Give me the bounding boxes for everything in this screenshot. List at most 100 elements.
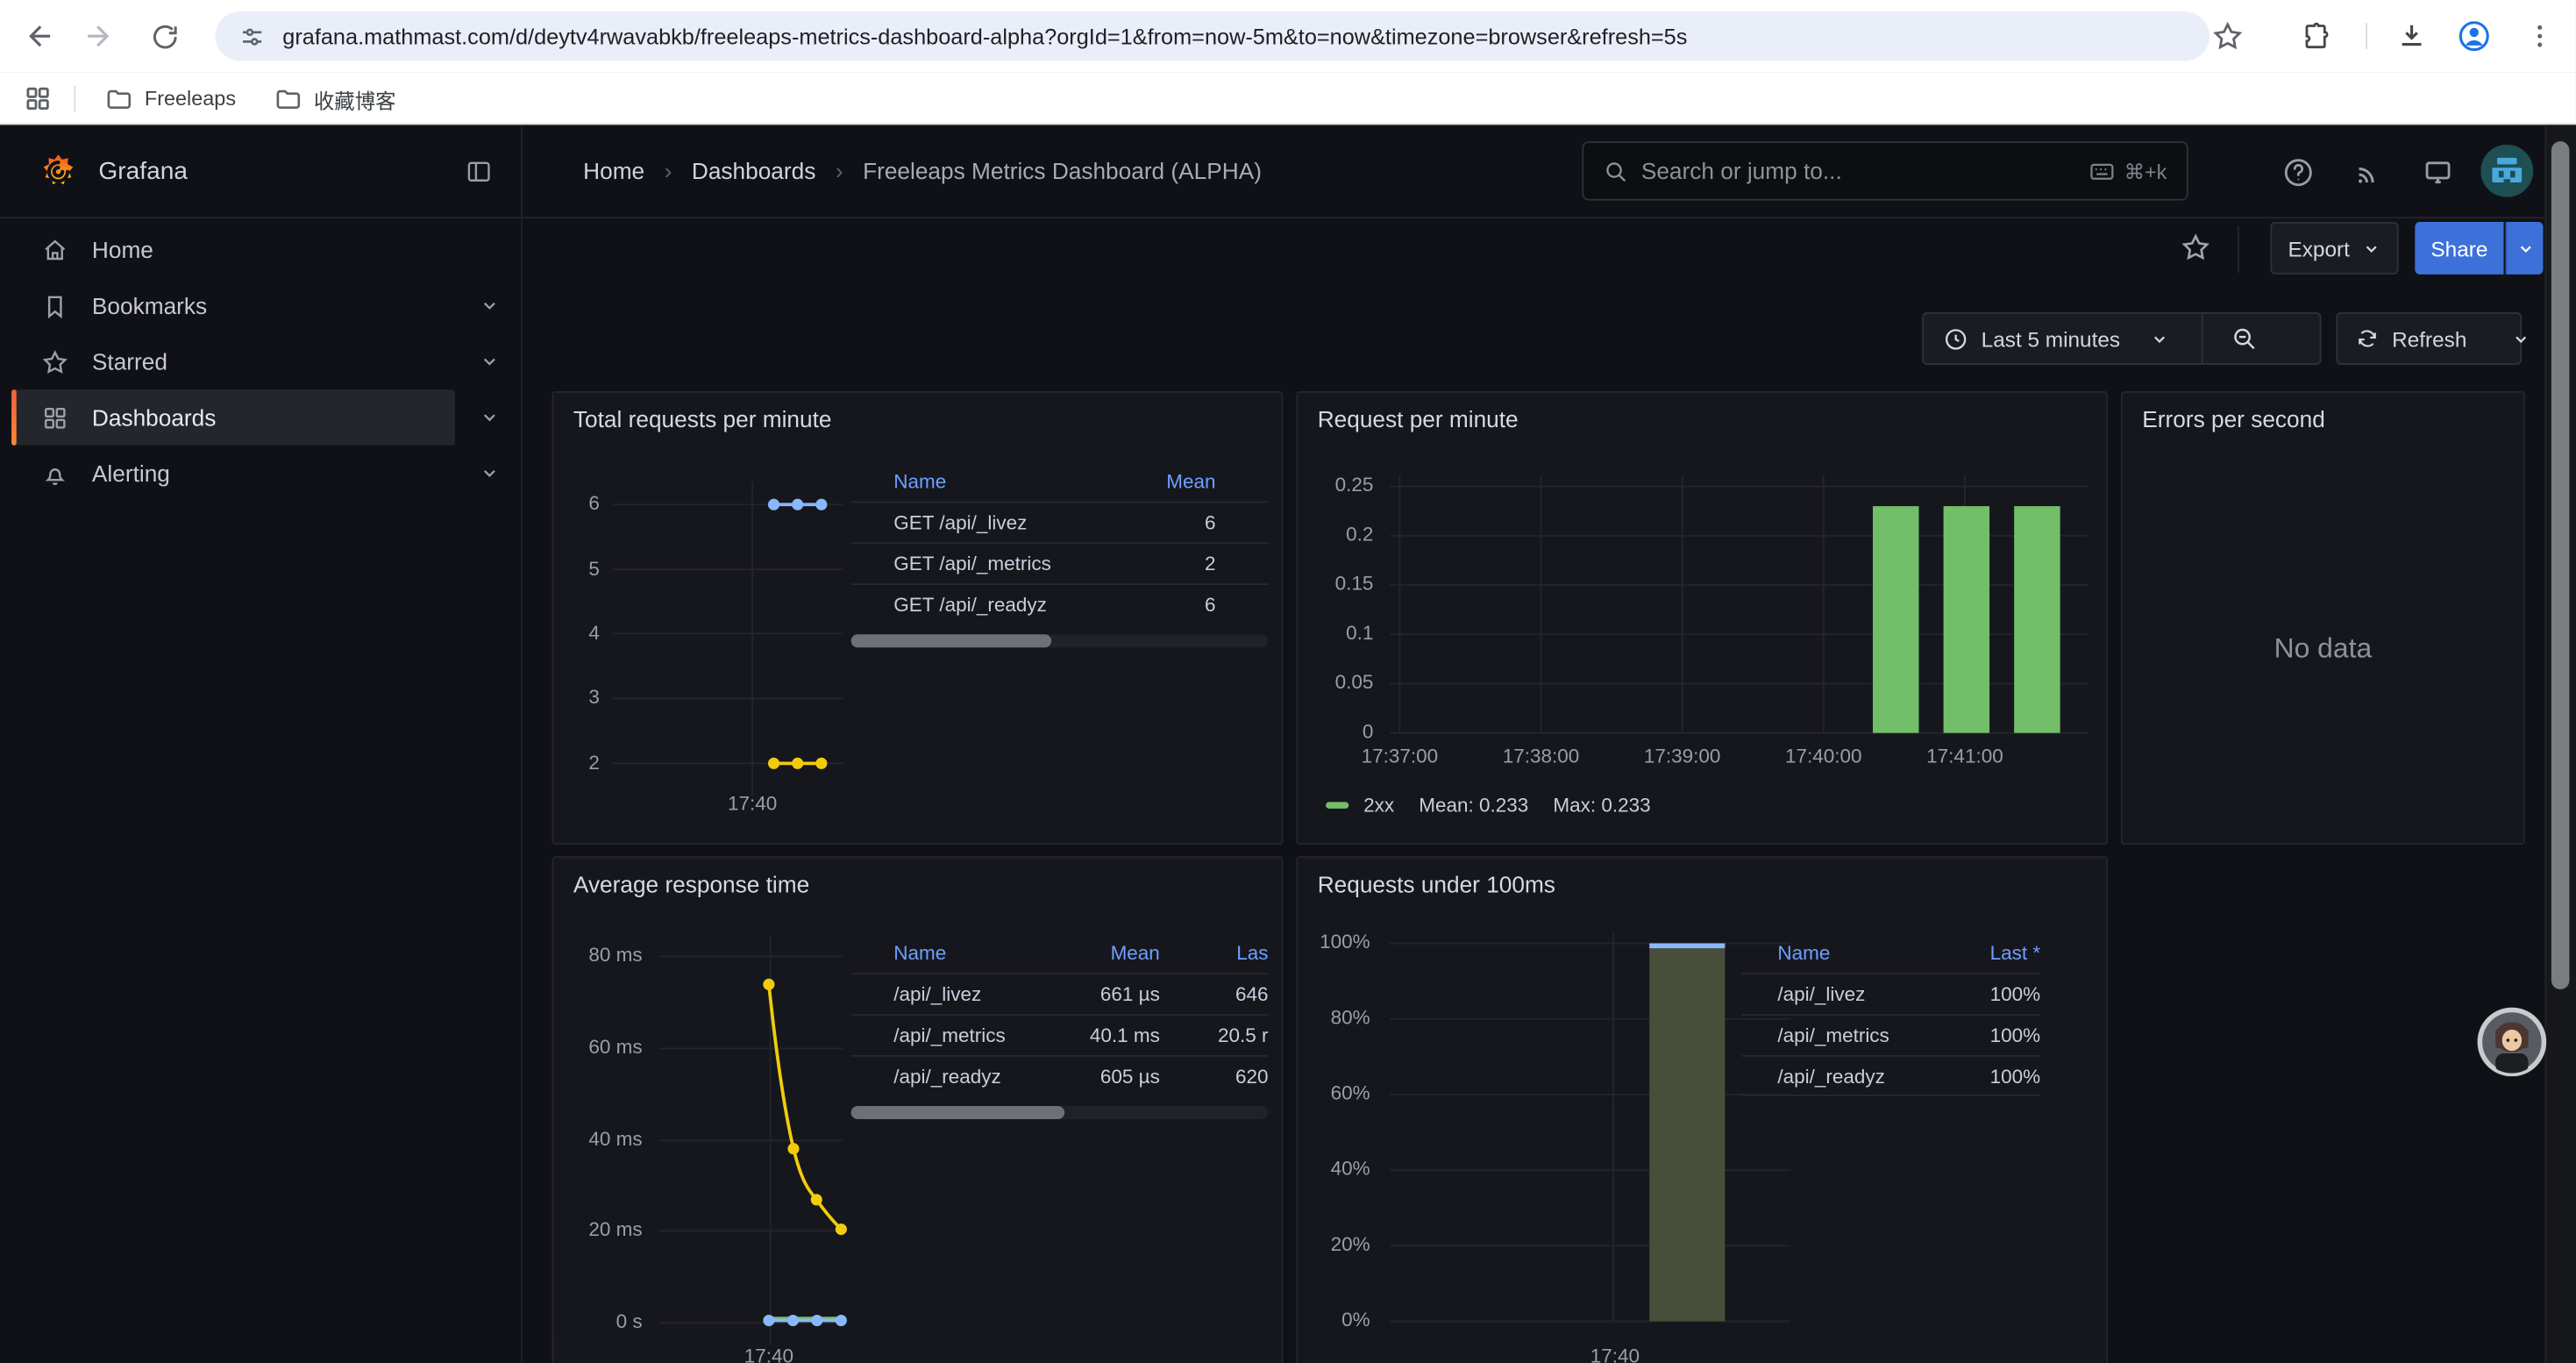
share-menu-button[interactable] <box>2505 222 2543 275</box>
panel-title[interactable]: Total requests per minute <box>573 406 832 432</box>
series-name[interactable]: /api/_readyz <box>1777 1064 1948 1087</box>
bookmark-star-icon[interactable] <box>2208 17 2247 56</box>
legend-header-name[interactable]: Name <box>1777 942 1948 965</box>
series-name[interactable]: /api/_livez <box>1777 982 1948 1005</box>
grafana-logo[interactable] <box>39 153 77 190</box>
bookmarks-divider <box>74 85 75 111</box>
legend-row[interactable]: /api/_readyz 100% <box>1741 1055 2040 1096</box>
legend-row[interactable]: /api/_readyz 605 µs 620 <box>851 1055 1269 1096</box>
reload-icon[interactable] <box>145 17 184 56</box>
series-name[interactable]: /api/_metrics <box>893 1024 1057 1046</box>
legend-row[interactable]: /api/_metrics 100% <box>1741 1014 2040 1055</box>
forward-icon[interactable] <box>81 17 120 56</box>
x-tick: 17:39:00 <box>1625 745 1740 767</box>
shortcut-label: ⌘+k <box>2124 159 2167 183</box>
chevron-down-icon[interactable] <box>480 408 499 427</box>
avg-response-chart[interactable] <box>553 931 849 1363</box>
breadcrumb-dashboards[interactable]: Dashboards <box>692 158 815 184</box>
legend-row[interactable]: /api/_livez 661 µs 646 <box>851 973 1269 1014</box>
panel-title[interactable]: Requests under 100ms <box>1318 871 1555 897</box>
zoom-out-button[interactable] <box>2216 314 2272 363</box>
address-bar[interactable]: grafana.mathmast.com/d/deytv4rwavabkb/fr… <box>215 11 2210 61</box>
keyboard-icon <box>2088 157 2116 185</box>
panel-errors-per-second: Errors per second No data <box>2121 391 2525 845</box>
series-name[interactable]: /api/_readyz <box>893 1065 1057 1088</box>
screen: grafana.mathmast.com/d/deytv4rwavabkb/fr… <box>0 0 2576 1363</box>
panel-title[interactable]: Request per minute <box>1318 406 1519 432</box>
x-tick: 17:40:00 <box>1766 745 1881 767</box>
series-name[interactable]: 2xx <box>1363 794 1394 817</box>
downloads-icon[interactable] <box>2392 17 2431 56</box>
legend-row[interactable]: /api/_metrics 40.1 ms 20.5 r <box>851 1014 1269 1055</box>
panel-avg-response-time: Average response time 80 ms 60 ms 40 ms … <box>552 856 1284 1363</box>
share-button[interactable]: Share <box>2415 222 2503 275</box>
bookmark-folder-freeleaps[interactable]: Freeleaps <box>105 81 236 117</box>
series-last: 100% <box>1948 1024 2040 1046</box>
breadcrumb-home[interactable]: Home <box>583 158 644 184</box>
breadcrumb: Home › Dashboards › Freeleaps Metrics Da… <box>583 125 1262 217</box>
floating-assistant-avatar[interactable] <box>2478 1008 2547 1077</box>
legend-row[interactable]: GET /api/_metrics 2 <box>851 542 1269 583</box>
legend-row[interactable]: /api/_livez 100% <box>1741 973 2040 1014</box>
series-last: 100% <box>1948 982 2040 1005</box>
series-name[interactable]: /api/_metrics <box>1777 1024 1948 1046</box>
chevron-down-icon[interactable] <box>480 463 499 482</box>
help-icon[interactable] <box>2281 154 2316 190</box>
search-input[interactable] <box>1641 158 2075 184</box>
user-avatar[interactable] <box>2480 145 2533 197</box>
legend-header-last[interactable]: Last * <box>1948 942 2040 965</box>
legend-header-mean[interactable]: Mean <box>1111 470 1216 493</box>
legend-header-mean[interactable]: Mean <box>1058 942 1160 965</box>
chevron-down-icon <box>2516 239 2535 258</box>
series-name[interactable]: GET /api/_livez <box>893 511 1110 534</box>
browser-menu-icon[interactable] <box>2520 17 2559 56</box>
sidebar-item-home[interactable]: Home <box>0 222 523 278</box>
bookmark-folder-blogs[interactable]: 收藏博客 <box>274 81 396 117</box>
search-icon <box>1604 159 1628 183</box>
time-range-picker[interactable]: Last 5 minutes <box>1924 314 2188 363</box>
legend-row[interactable]: GET /api/_readyz 6 <box>851 583 1269 624</box>
legend-scrollbar[interactable] <box>851 634 1269 647</box>
toolbar-divider <box>2238 227 2239 273</box>
sidebar-item-bookmarks[interactable]: Bookmarks <box>0 278 523 334</box>
export-button[interactable]: Export <box>2270 222 2398 275</box>
sidebar-item-alerting[interactable]: Alerting <box>0 446 523 502</box>
monitor-icon[interactable] <box>2420 154 2456 190</box>
series-last: 620 <box>1160 1065 1269 1088</box>
sidebar-item-dashboards[interactable]: Dashboards <box>0 389 523 446</box>
site-settings-icon[interactable] <box>238 22 267 50</box>
legend-scrollbar[interactable] <box>851 1106 1269 1119</box>
news-rss-icon[interactable] <box>2349 154 2385 190</box>
legend-inline[interactable]: 2xx Mean: 0.233 Max: 0.233 <box>1326 794 1651 817</box>
series-name[interactable]: /api/_livez <box>893 982 1057 1005</box>
refresh-button[interactable]: Refresh <box>2338 314 2485 363</box>
panel-request-per-minute: Request per minute 0.25 0.2 0.15 0.1 0.0… <box>1296 391 2108 845</box>
url-text[interactable]: grafana.mathmast.com/d/deytv4rwavabkb/fr… <box>282 24 1687 48</box>
profile-icon[interactable] <box>2454 17 2494 56</box>
series-name[interactable]: GET /api/_readyz <box>893 593 1110 616</box>
total-requests-chart[interactable] <box>553 459 849 837</box>
sidebar-item-starred[interactable]: Starred <box>0 333 523 389</box>
extensions-icon[interactable] <box>2296 17 2336 56</box>
series-name[interactable]: GET /api/_metrics <box>893 553 1110 575</box>
legend-header-name[interactable]: Name <box>893 470 1110 493</box>
chevron-down-icon[interactable] <box>480 296 499 315</box>
chevron-down-icon[interactable] <box>480 352 499 371</box>
side-navigation: Home Bookmarks St <box>0 218 523 1363</box>
legend-header-name[interactable]: Name <box>893 942 1057 965</box>
series-mean: 6 <box>1111 593 1216 616</box>
legend-header-last[interactable]: Las <box>1160 942 1269 965</box>
panel-title[interactable]: Errors per second <box>2142 406 2325 432</box>
panel-total-requests: Total requests per minute 6 5 4 3 2 17:4… <box>552 391 1284 845</box>
apps-grid-icon[interactable] <box>23 84 53 114</box>
back-icon[interactable] <box>18 17 58 56</box>
legend-row[interactable]: GET /api/_livez 6 <box>851 501 1269 542</box>
search-bar[interactable]: ⌘+k <box>1582 141 2188 200</box>
refresh-icon <box>2356 327 2379 350</box>
refresh-interval-button[interactable] <box>2511 314 2530 363</box>
panel-title[interactable]: Average response time <box>573 871 809 897</box>
page-scrollbar-thumb[interactable] <box>2551 141 2570 989</box>
request-per-minute-chart[interactable] <box>1298 459 2106 788</box>
sidebar-toggle-icon[interactable] <box>465 158 493 186</box>
favorite-star-icon[interactable] <box>2180 232 2211 263</box>
